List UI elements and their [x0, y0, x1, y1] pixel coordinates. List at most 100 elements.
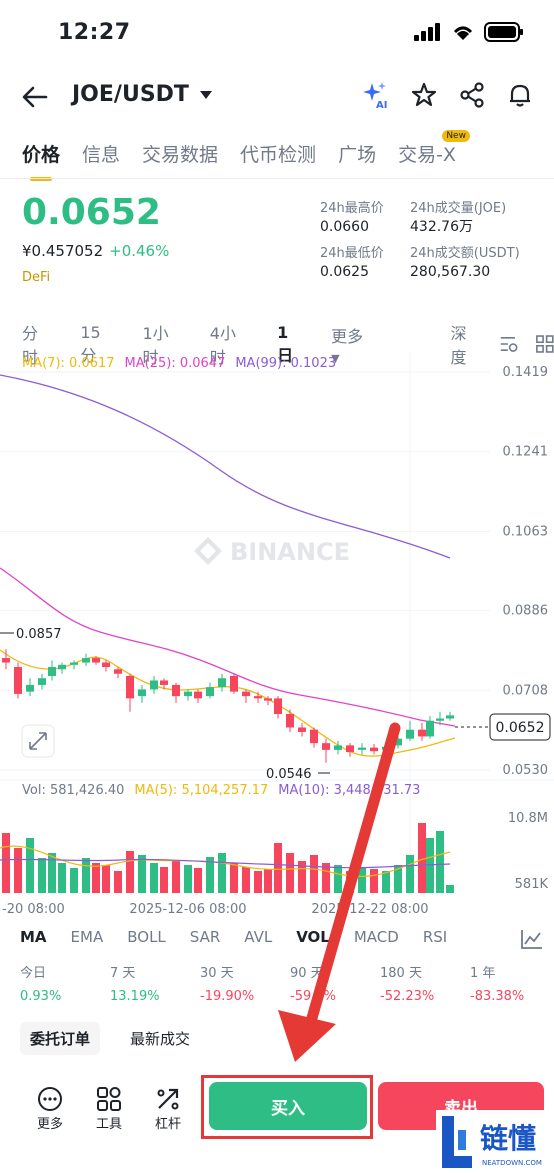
- stat-low-label: 24h最低价: [320, 246, 384, 261]
- volume-bar: [218, 853, 226, 893]
- indicator-macd[interactable]: MACD: [354, 928, 399, 946]
- candle-body: [38, 678, 46, 685]
- candle-body: [346, 745, 354, 753]
- tab-trade-x-label: 交易-X: [398, 144, 456, 166]
- indicator-sar[interactable]: SAR: [190, 928, 220, 946]
- candle-body: [264, 698, 272, 701]
- performance-label: 90 天: [290, 966, 324, 981]
- volume-bar: [48, 853, 56, 893]
- volume-bar: [38, 858, 46, 893]
- performance-row: 今日 0.93% 7 天 13.19% 30 天 -19.90% 90 天 -59.8% 180…: [0, 962, 554, 1004]
- candle-body: [206, 687, 214, 697]
- leverage-button[interactable]: 杠杆: [148, 1085, 188, 1132]
- time-axis-label: 2025-12-06 08:00: [129, 902, 246, 917]
- candle-body: [194, 691, 202, 699]
- candle-body: [14, 667, 22, 694]
- tab-trading-data[interactable]: 交易数据: [142, 140, 218, 167]
- stat-volume-usdt: 24h成交额(USDT) 280,567.30: [410, 245, 520, 281]
- volume-bar: [382, 871, 390, 893]
- candle-body: [418, 729, 426, 737]
- volume-bar: [406, 855, 414, 893]
- performance-item: 1 年 -83.38%: [450, 962, 540, 1004]
- tools-grid-icon: [97, 1087, 121, 1111]
- high-annotation-label: 0.0857: [16, 627, 62, 642]
- tab-info[interactable]: 信息: [82, 140, 120, 167]
- candle-body: [58, 664, 66, 670]
- volume-bar: [82, 858, 90, 893]
- candle-body: [426, 720, 434, 737]
- binance-logo-icon: [194, 537, 222, 565]
- tab-square[interactable]: 广场: [338, 140, 376, 167]
- vol-ma10-legend: MA(10): 3,448,131.73: [278, 783, 421, 798]
- tab-open-orders[interactable]: 委托订单: [20, 1022, 101, 1055]
- volume-bar: [286, 853, 294, 893]
- performance-label: 7 天: [110, 966, 136, 981]
- performance-item: 7 天 13.19%: [90, 962, 180, 1004]
- performance-item: 今日 0.93%: [0, 962, 90, 1004]
- vol-legend-value: Vol: 581,426.40: [22, 783, 125, 798]
- volume-bar: [126, 851, 134, 893]
- star-icon[interactable]: [410, 81, 438, 109]
- interval-more-label: 更多: [331, 326, 364, 346]
- candlestick-chart[interactable]: 0.1419 0.1241 0.1063 0.0886 0.0708 0.0530 BINA…: [0, 350, 554, 920]
- volume-bar: [230, 863, 238, 893]
- volume-axis-label: 10.8M: [508, 811, 548, 826]
- volume-bar: [150, 863, 158, 893]
- candle-body: [406, 729, 414, 739]
- candle-body: [274, 698, 282, 715]
- arrow-left-icon: [22, 86, 48, 108]
- indicator-vol[interactable]: VOL: [296, 928, 330, 946]
- share-icon[interactable]: [458, 81, 486, 109]
- category-tag[interactable]: DeFi: [22, 270, 50, 285]
- indicator-avl[interactable]: AVL: [244, 928, 272, 946]
- candle-body: [394, 738, 402, 746]
- vol-ma5-legend: MA(5): 5,104,257.17: [134, 783, 269, 798]
- indicator-rsi[interactable]: RSI: [423, 928, 447, 946]
- volume-bar: [264, 869, 272, 893]
- volume-bar: [26, 838, 34, 893]
- stat-high: 24h最高价 0.0660: [320, 200, 384, 236]
- stat-high-value: 0.0660: [320, 219, 369, 235]
- performance-item: 30 天 -19.90%: [180, 962, 270, 1004]
- volume-bar: [102, 865, 110, 893]
- price-axis-label: 0.0708: [503, 683, 549, 698]
- site-logo: 链懂 NEATDOWN.COM: [436, 1110, 554, 1173]
- indicator-ema[interactable]: EMA: [71, 928, 104, 946]
- ma-legend: MA(7): 0.0617 MA(25): 0.0647 MA(99): 0.1…: [22, 356, 336, 371]
- indicator-boll[interactable]: BOLL: [127, 928, 166, 946]
- back-button[interactable]: [20, 82, 50, 112]
- tab-price[interactable]: 价格: [22, 140, 60, 181]
- price-axis-label: 0.1063: [503, 524, 549, 539]
- volume-bar: [184, 865, 192, 893]
- bell-icon[interactable]: [506, 81, 534, 109]
- stat-low-value: 0.0625: [320, 264, 369, 280]
- more-button[interactable]: 更多: [30, 1085, 70, 1132]
- stat-volume-usdt-value: 280,567.30: [410, 264, 491, 280]
- tab-token-check[interactable]: 代币检测: [240, 140, 316, 167]
- candle-body: [286, 714, 294, 728]
- tab-trade-x[interactable]: 交易-X New: [398, 130, 470, 167]
- indicator-settings-icon[interactable]: [520, 928, 544, 950]
- volume-axis-label: 581K: [515, 877, 549, 892]
- pair-selector[interactable]: JOE/USDT: [72, 82, 213, 107]
- indicator-ma[interactable]: MA: [20, 928, 47, 946]
- volume-bar: [254, 871, 262, 893]
- stat-high-label: 24h最高价: [320, 201, 384, 216]
- ai-sparkle-icon[interactable]: AI: [360, 80, 390, 110]
- candle-body: [70, 662, 78, 665]
- tab-latest-trades[interactable]: 最新成交: [120, 1022, 200, 1055]
- volume-bar: [114, 871, 122, 893]
- binance-watermark-text: BINANCE: [230, 538, 350, 566]
- candle-body: [26, 684, 34, 692]
- performance-value: 0.93%: [20, 989, 62, 1004]
- candle-body: [184, 691, 192, 697]
- stat-volume-usdt-label: 24h成交额(USDT): [410, 246, 520, 261]
- signal-icon: [414, 23, 440, 41]
- price-change: +0.46%: [109, 242, 170, 260]
- ma99-legend: MA(99): 0.1023: [235, 356, 337, 371]
- candle-body: [310, 729, 318, 744]
- tools-button[interactable]: 工具: [89, 1085, 129, 1132]
- candle-body: [172, 684, 180, 697]
- volume-bar: [418, 823, 426, 893]
- time-axis-label: 2025-12-22 08:00: [311, 902, 428, 917]
